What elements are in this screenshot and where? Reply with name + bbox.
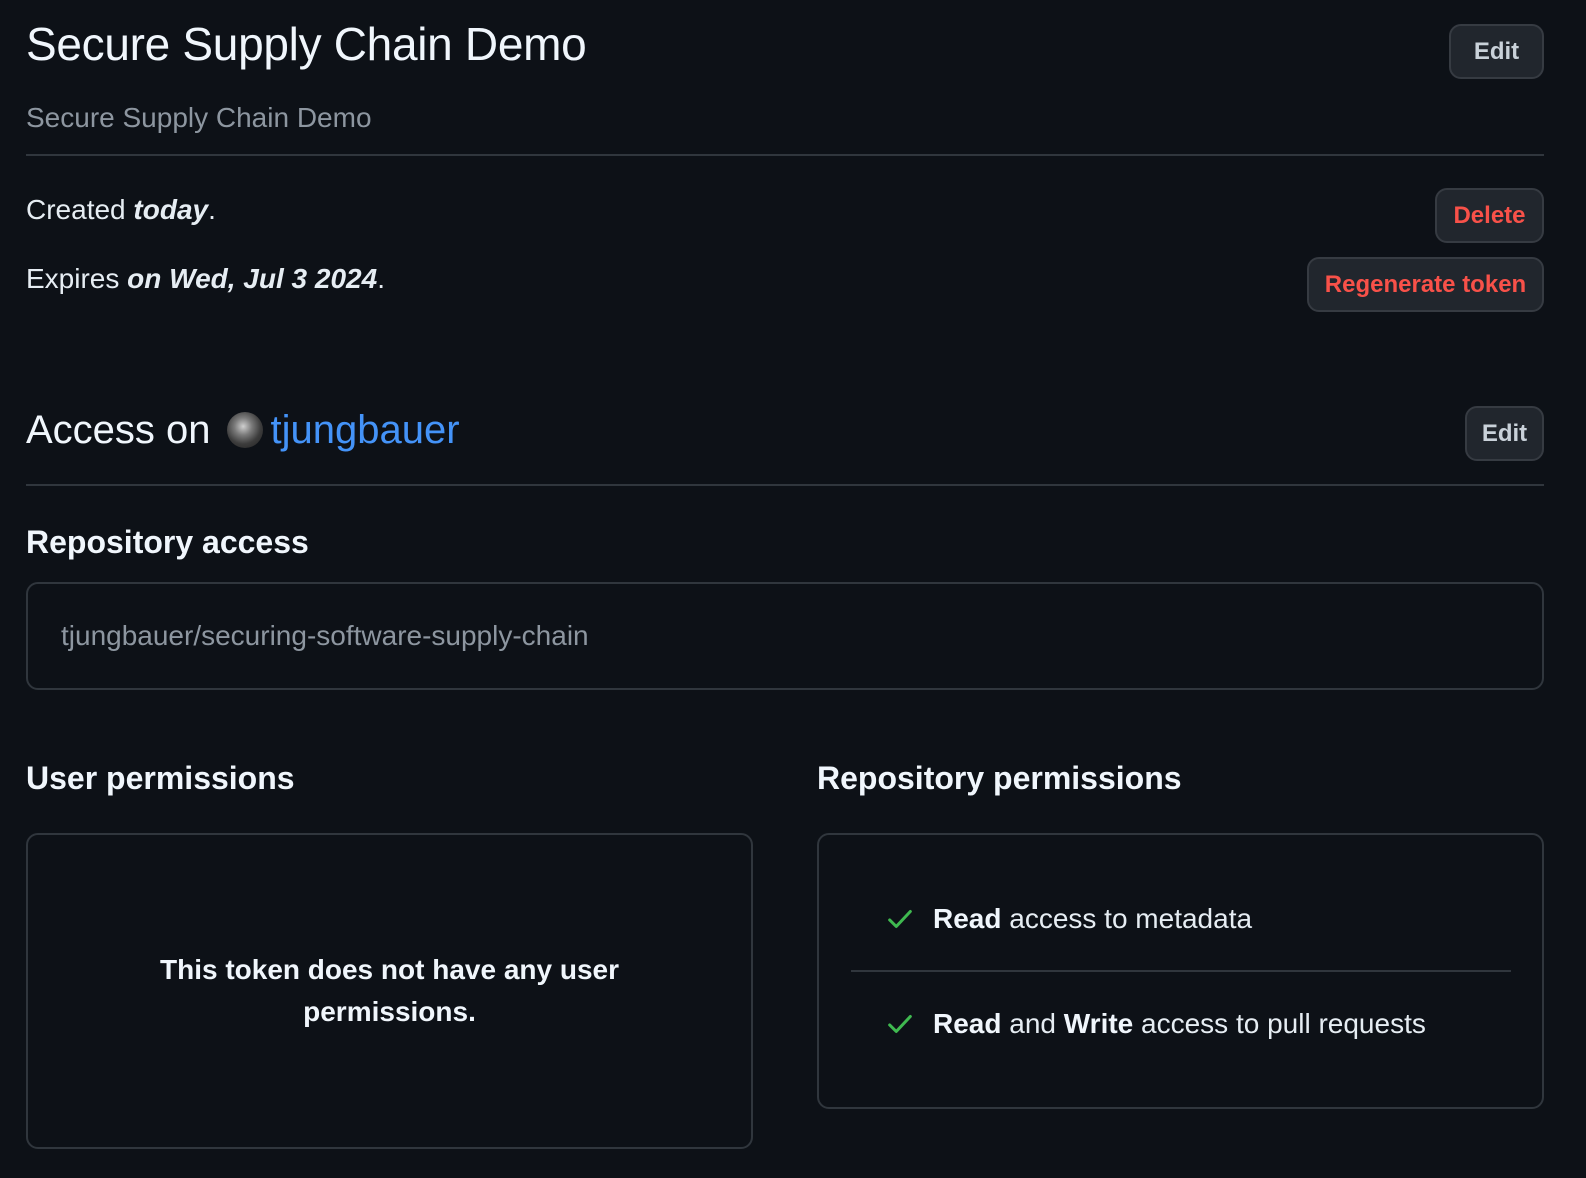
edit-access-button[interactable]: Edit [1465,406,1544,461]
header-divider [26,154,1544,156]
repository-access-heading: Repository access [26,524,309,560]
access-prefix: Access on [26,408,211,452]
token-title: Secure Supply Chain Demo [26,18,587,70]
repository-item: tjungbauer/securing-software-supply-chai… [61,620,589,651]
repository-permissions-heading: Repository permissions [817,760,1182,796]
user-permissions-heading: User permissions [26,760,295,796]
user-permissions-empty-message: This token does not have any user permis… [159,954,619,1027]
access-heading: Access on tjungbauer [26,404,460,456]
created-value: today [133,194,209,225]
expires-value: on Wed, Jul 3 2024 [127,263,378,294]
edit-token-button[interactable]: Edit [1449,24,1544,79]
permission-item: Read and Write access to pull requests [885,1008,1426,1040]
created-text: Created today. [26,194,216,225]
regenerate-token-button[interactable]: Regenerate token [1307,257,1544,312]
delete-button[interactable]: Delete [1435,188,1544,243]
check-icon [888,910,912,928]
owner-link[interactable]: tjungbauer [271,404,460,456]
repository-permissions-box: Read access to metadata Read and Write a… [817,833,1544,1109]
permission-item: Read access to metadata [885,903,1252,935]
user-permissions-box: This token does not have any user permis… [26,833,753,1149]
expires-text: Expires on Wed, Jul 3 2024. [26,263,385,294]
permission-divider [851,970,1511,972]
access-divider [26,484,1544,486]
avatar[interactable] [226,412,263,448]
repository-access-box: tjungbauer/securing-software-supply-chai… [26,582,1544,690]
check-icon [888,1015,912,1033]
token-description: Secure Supply Chain Demo [26,102,372,133]
